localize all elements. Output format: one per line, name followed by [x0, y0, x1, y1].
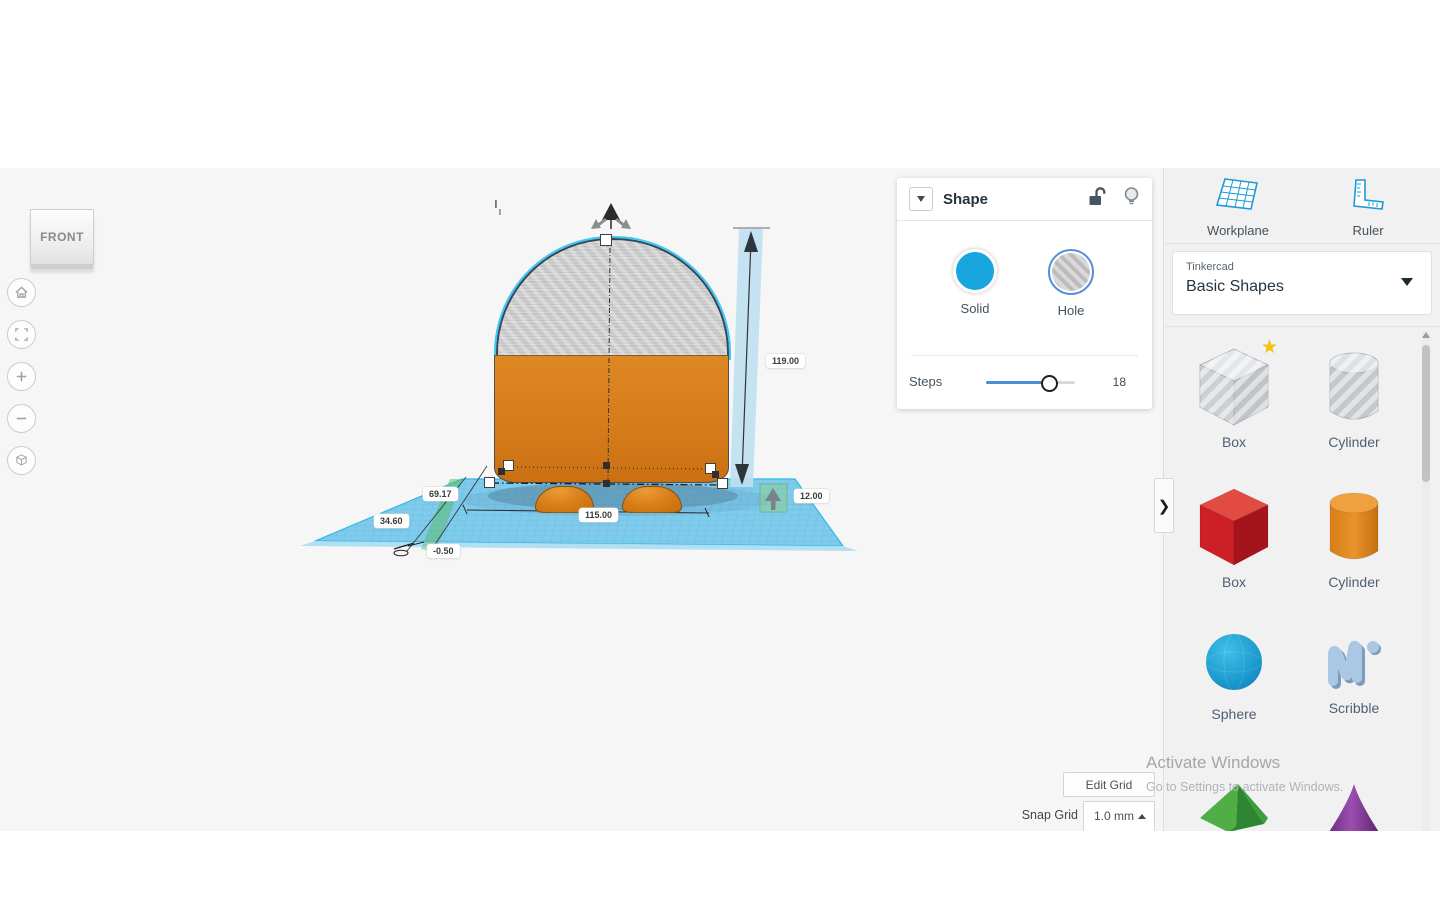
orange-box-shape[interactable]: [494, 355, 729, 483]
plus-icon: [16, 371, 27, 382]
steps-slider-thumb[interactable]: [1041, 375, 1058, 392]
edit-grid-label: Edit Grid: [1085, 777, 1133, 792]
steps-slider-fill: [986, 381, 1047, 384]
snap-grid-label: Snap Grid: [1021, 808, 1078, 822]
zoom-out-button[interactable]: [7, 404, 36, 433]
material-hole[interactable]: Hole: [1033, 249, 1109, 318]
shape-inspector-panel: Shape Solid Hole Steps 18: [897, 178, 1152, 409]
shape-box-red[interactable]: Box: [1186, 485, 1282, 590]
view-cube[interactable]: FRONT: [30, 209, 94, 265]
shape-cylinder-hole[interactable]: Cylinder: [1306, 349, 1402, 450]
shape-label: Sphere: [1211, 706, 1257, 722]
steps-value[interactable]: 18: [1113, 375, 1126, 389]
edge-handle-right[interactable]: [712, 471, 719, 478]
perspective-toggle-button[interactable]: [7, 446, 36, 475]
shapes-sidebar: Workplane Ruler Tinkercad Basic Shapes B…: [1163, 168, 1440, 831]
scale-handle-top[interactable]: [600, 234, 612, 246]
dimension-offset-c[interactable]: -0.50: [427, 544, 460, 558]
sidebar-collapse-button[interactable]: ❯: [1154, 478, 1174, 533]
ruler-tool[interactable]: Ruler: [1320, 178, 1416, 238]
dimension-offset-b[interactable]: 34.60: [374, 514, 409, 528]
footer-strip: [0, 831, 1440, 900]
steps-slider[interactable]: [986, 375, 1075, 392]
view-cube-label: FRONT: [40, 230, 84, 244]
chevron-up-icon: [1138, 814, 1146, 819]
perspective-cube-icon: [15, 454, 28, 466]
dimension-offset-a[interactable]: 69.17: [423, 487, 458, 501]
workplane-icon: [1215, 178, 1258, 210]
solid-label: Solid: [960, 301, 990, 316]
orange-cylinder-icon: [1329, 492, 1379, 560]
dimension-width[interactable]: 115.00: [579, 508, 619, 522]
scale-handle-front-left[interactable]: [484, 477, 495, 488]
hole-swatch[interactable]: [1048, 249, 1094, 295]
dimension-height[interactable]: 119.00: [766, 354, 806, 368]
chevron-down-icon: [1401, 278, 1413, 286]
home-icon: [15, 286, 28, 298]
steps-row: Steps 18: [897, 356, 1152, 409]
shape-label: Cylinder: [1328, 574, 1380, 590]
home-view-button[interactable]: [7, 278, 36, 307]
zoom-in-button[interactable]: [7, 362, 36, 391]
edit-grid-button[interactable]: Edit Grid: [1063, 772, 1155, 797]
snap-grid-dropdown[interactable]: 1.0 mm: [1083, 801, 1155, 833]
workplane-label: Workplane: [1207, 223, 1269, 238]
shape-sphere[interactable]: Sphere: [1186, 631, 1282, 722]
solid-swatch[interactable]: [953, 249, 997, 293]
scribble-icon: [1328, 640, 1381, 689]
hole-label: Hole: [1057, 303, 1085, 318]
shape-label: Box: [1221, 434, 1247, 450]
library-name: Basic Shapes: [1186, 278, 1284, 295]
lightbulb-icon[interactable]: [1123, 186, 1140, 212]
edge-handle-mid[interactable]: [603, 462, 610, 469]
fit-view-button[interactable]: [7, 320, 36, 349]
shape-scribble[interactable]: Scribble: [1306, 631, 1402, 716]
scrollbar-thumb[interactable]: [1422, 345, 1430, 482]
workplane-tool[interactable]: Workplane: [1190, 178, 1286, 238]
shape-cylinder-orange[interactable]: Cylinder: [1306, 489, 1402, 590]
tinkercad-app: FRONT 119.00 12.00 115.00 69.17 34.60 -0…: [0, 0, 1440, 900]
shape-label: Cylinder: [1328, 434, 1380, 450]
sidebar-divider: [1164, 326, 1440, 327]
favorite-star-icon[interactable]: ★: [1261, 336, 1278, 359]
library-brand: Tinkercad: [1186, 261, 1234, 273]
shape-panel-title: Shape: [943, 190, 989, 208]
shape-library-dropdown[interactable]: Tinkercad Basic Shapes: [1172, 251, 1432, 315]
material-solid[interactable]: Solid: [937, 249, 1013, 316]
activate-windows-watermark-sub: Go to Settings to activate Windows.: [1146, 780, 1344, 794]
dimension-elevation[interactable]: 12.00: [794, 489, 829, 503]
unlock-icon[interactable]: [1087, 186, 1106, 212]
red-box-icon: [1199, 488, 1269, 566]
steps-label: Steps: [909, 374, 943, 389]
ruler-icon: [1353, 179, 1384, 210]
scrollbar-up-arrow[interactable]: [1422, 332, 1430, 338]
sidebar-divider: [1164, 243, 1440, 244]
shape-panel-header: Shape: [897, 178, 1152, 221]
shape-box-hole[interactable]: Box: [1186, 345, 1282, 450]
scale-handle-front-right[interactable]: [717, 478, 728, 489]
material-options: Solid Hole: [897, 221, 1152, 356]
chevron-right-icon: ❯: [1157, 497, 1171, 515]
hole-cylinder-icon: [1329, 352, 1379, 420]
shape-label: Scribble: [1328, 700, 1380, 716]
activate-windows-watermark: Activate Windows: [1146, 753, 1281, 772]
collapse-panel-button[interactable]: [909, 187, 933, 211]
snap-grid-value: 1.0 mm: [1094, 809, 1135, 823]
edge-handle-left[interactable]: [498, 468, 505, 475]
blue-sphere-icon: [1205, 633, 1263, 691]
edge-handle-front[interactable]: [603, 480, 610, 487]
minus-icon: [16, 417, 27, 420]
chevron-down-icon: [917, 196, 925, 202]
ruler-label: Ruler: [1352, 223, 1384, 238]
fit-view-icon: [15, 328, 28, 341]
shape-label: Box: [1221, 574, 1247, 590]
